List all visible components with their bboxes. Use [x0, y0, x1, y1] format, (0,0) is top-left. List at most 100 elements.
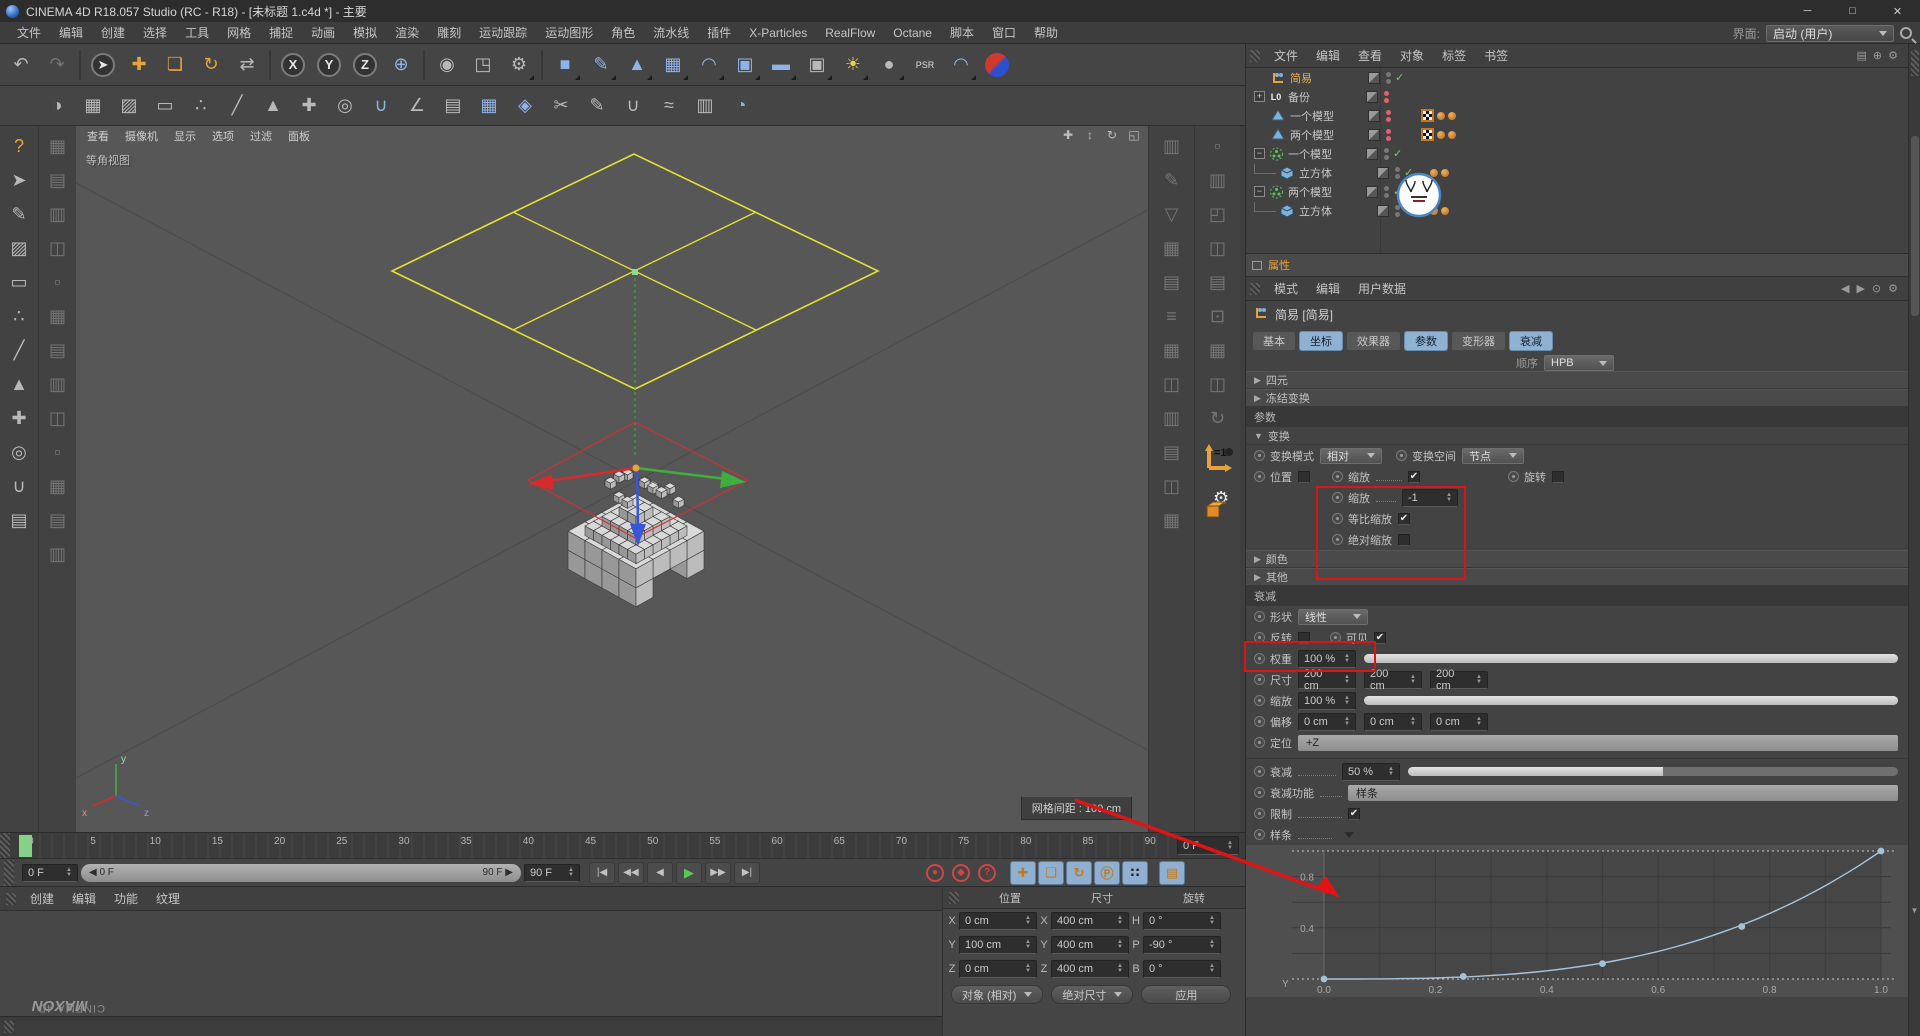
panel-grip[interactable] [6, 893, 16, 905]
menu-item-15[interactable]: 插件 [698, 22, 740, 44]
menu-item-14[interactable]: 流水线 [644, 22, 698, 44]
enabled-check-icon[interactable]: ✓ [1395, 71, 1407, 84]
pan-view-icon[interactable]: ✚ [1060, 128, 1076, 142]
spinner-icon[interactable]: ▲▼ [1442, 493, 1452, 503]
key-parameter-icon[interactable]: Ⓟ [1094, 861, 1120, 885]
motion-system-icon[interactable]: ▤ [1159, 861, 1185, 885]
right-palette-a-icon-11[interactable]: ▦ [1156, 504, 1188, 536]
mesh-palette-icon-4[interactable]: ▫ [42, 266, 74, 298]
panel-grip[interactable] [4, 1021, 14, 1033]
spinner-icon[interactable]: ▲▼ [62, 868, 72, 878]
transform-space-dropdown[interactable]: 节点 [1462, 448, 1524, 464]
expand-icon[interactable]: + [1254, 91, 1265, 102]
checkbox[interactable] [1298, 471, 1310, 483]
tag-dot-icon[interactable] [1441, 169, 1449, 177]
falloff-spline-graph[interactable]: 0.40.80.00.20.40.60.81.0Y [1246, 845, 1908, 997]
coord-field[interactable]: 400 cm▲▼ [1051, 912, 1129, 930]
tag-dot-icon[interactable] [1437, 112, 1445, 120]
mesh-palette-icon-5[interactable]: ▦ [42, 300, 74, 332]
menu-item-19[interactable]: 脚本 [941, 22, 983, 44]
right-palette-b-icon-7[interactable]: ◫ [1202, 368, 1234, 400]
texture-tag[interactable] [1421, 109, 1434, 122]
mograph-cloner-icon[interactable]: ▣ [728, 48, 762, 82]
maximize-button[interactable]: □ [1830, 0, 1875, 22]
menu-item-8[interactable]: 模拟 [344, 22, 386, 44]
right-palette-b-icon-6[interactable]: ▦ [1202, 334, 1234, 366]
help-icon[interactable]: ? [3, 130, 35, 162]
timeline-ruler[interactable]: 051015202530354045505560657075808590 0 F… [0, 832, 1245, 858]
param-circle-icon[interactable] [1254, 716, 1265, 727]
offset-field-1[interactable]: 0 cm▲▼ [1364, 713, 1422, 731]
param-circle-icon[interactable] [1254, 787, 1265, 798]
menu-item-6[interactable]: 捕捉 [260, 22, 302, 44]
axis-mode-icon[interactable]: ✚ [3, 402, 35, 434]
section-四元[interactable]: ▶四元 [1246, 371, 1908, 389]
coord-field[interactable]: 0 cm▲▼ [959, 912, 1037, 930]
right-palette-a-icon-7[interactable]: ◫ [1156, 368, 1188, 400]
menu-item-0[interactable]: 文件 [8, 22, 50, 44]
subdivision-surface-icon[interactable]: ▲ [620, 48, 654, 82]
pin-icon[interactable]: ⊙ [1872, 282, 1881, 295]
rotate-view-icon[interactable]: ↻ [1104, 128, 1120, 142]
menu-item-3[interactable]: 选择 [134, 22, 176, 44]
om-menu-4[interactable]: 标签 [1433, 45, 1475, 67]
param-circle-icon[interactable] [1330, 632, 1341, 643]
rotate-icon[interactable]: ↻ [194, 48, 228, 82]
offset-field-0[interactable]: 0 cm▲▼ [1298, 713, 1356, 731]
param-circle-icon[interactable] [1396, 450, 1407, 461]
spinner-icon[interactable]: ▲▼ [1205, 964, 1215, 974]
viewport-menu-0[interactable]: 查看 [80, 128, 116, 146]
lock-icon[interactable]: ⚙ [1888, 282, 1898, 295]
spinner-icon[interactable]: ▲▼ [1205, 940, 1215, 950]
size-field-0[interactable]: 200 cm▲▼ [1298, 671, 1356, 689]
visibility-dots[interactable] [1386, 110, 1391, 122]
layer-icon[interactable]: ▤ [3, 504, 35, 536]
tab-衰减[interactable]: 衰减 [1509, 331, 1553, 351]
object-mode-dropdown[interactable]: 对象 (相对) [951, 985, 1043, 1004]
mesh-palette-icon-2[interactable]: ▥ [42, 198, 74, 230]
menu-item-18[interactable]: Octane [884, 22, 941, 44]
param-circle-icon[interactable] [1254, 766, 1265, 777]
mesh-palette-icon-0[interactable]: ▦ [42, 130, 74, 162]
mesh-palette-icon-10[interactable]: ▦ [42, 470, 74, 502]
checkbox[interactable]: ✔ [1348, 808, 1360, 820]
spinner-icon[interactable]: ▲▼ [564, 868, 574, 878]
current-frame-field[interactable]: 0 F ▲▼ [22, 864, 78, 882]
offset-field-2[interactable]: 0 cm▲▼ [1430, 713, 1488, 731]
viewport[interactable]: yxz 查看摄像机显示选项过滤面板 ✚↕↻◱ 等角视图 网格间距 : 100 c… [76, 126, 1148, 832]
param-circle-icon[interactable] [1332, 492, 1343, 503]
param-circle-icon[interactable] [1254, 829, 1265, 840]
lock-x-icon[interactable]: X [276, 48, 310, 82]
edge-mode-icon[interactable]: ╱ [3, 334, 35, 366]
texture-paint-icon[interactable]: ▨ [3, 232, 35, 264]
right-palette-b-icon-5[interactable]: ⊡ [1202, 300, 1234, 332]
tab-效果器[interactable]: 效果器 [1346, 331, 1401, 351]
quantize-icon[interactable]: ∠ [400, 89, 434, 123]
expand-icon[interactable]: − [1254, 148, 1265, 159]
enable-axis-icon[interactable]: ✚ [292, 89, 326, 123]
menu-item-13[interactable]: 角色 [602, 22, 644, 44]
lock-z-icon[interactable]: Z [348, 48, 382, 82]
menu-item-20[interactable]: 窗口 [983, 22, 1025, 44]
checkbox[interactable] [1552, 471, 1564, 483]
group-transform[interactable]: ▼变换 [1246, 427, 1908, 445]
model-mode-icon[interactable]: ▦ [76, 89, 110, 123]
lock-y-icon[interactable]: Y [312, 48, 346, 82]
visibility-dots[interactable] [1386, 72, 1391, 84]
apply-button[interactable]: 应用 [1141, 985, 1231, 1004]
right-palette-a-icon-6[interactable]: ▦ [1156, 334, 1188, 366]
right-palette-b-icon-4[interactable]: ▤ [1202, 266, 1234, 298]
viewport-menu-5[interactable]: 面板 [281, 128, 317, 146]
material-icon[interactable]: ● [872, 48, 906, 82]
play-icon[interactable]: ▶ [676, 862, 702, 884]
scale-percent-field[interactable]: 100 %▲▼ [1298, 692, 1356, 710]
size-field-2[interactable]: 200 cm▲▼ [1430, 671, 1488, 689]
key-position-icon[interactable]: ✚ [1010, 861, 1036, 885]
spinner-icon[interactable]: ▲▼ [1223, 841, 1233, 851]
panel-grip[interactable] [1250, 283, 1260, 295]
panel-grip[interactable] [1250, 50, 1260, 62]
key-rotation-icon[interactable]: ↻ [1066, 861, 1092, 885]
spinner-icon[interactable]: ▲▼ [1340, 717, 1350, 727]
spinner-icon[interactable]: ▲▼ [1205, 916, 1215, 926]
scale-icon[interactable]: ❏ [158, 48, 192, 82]
